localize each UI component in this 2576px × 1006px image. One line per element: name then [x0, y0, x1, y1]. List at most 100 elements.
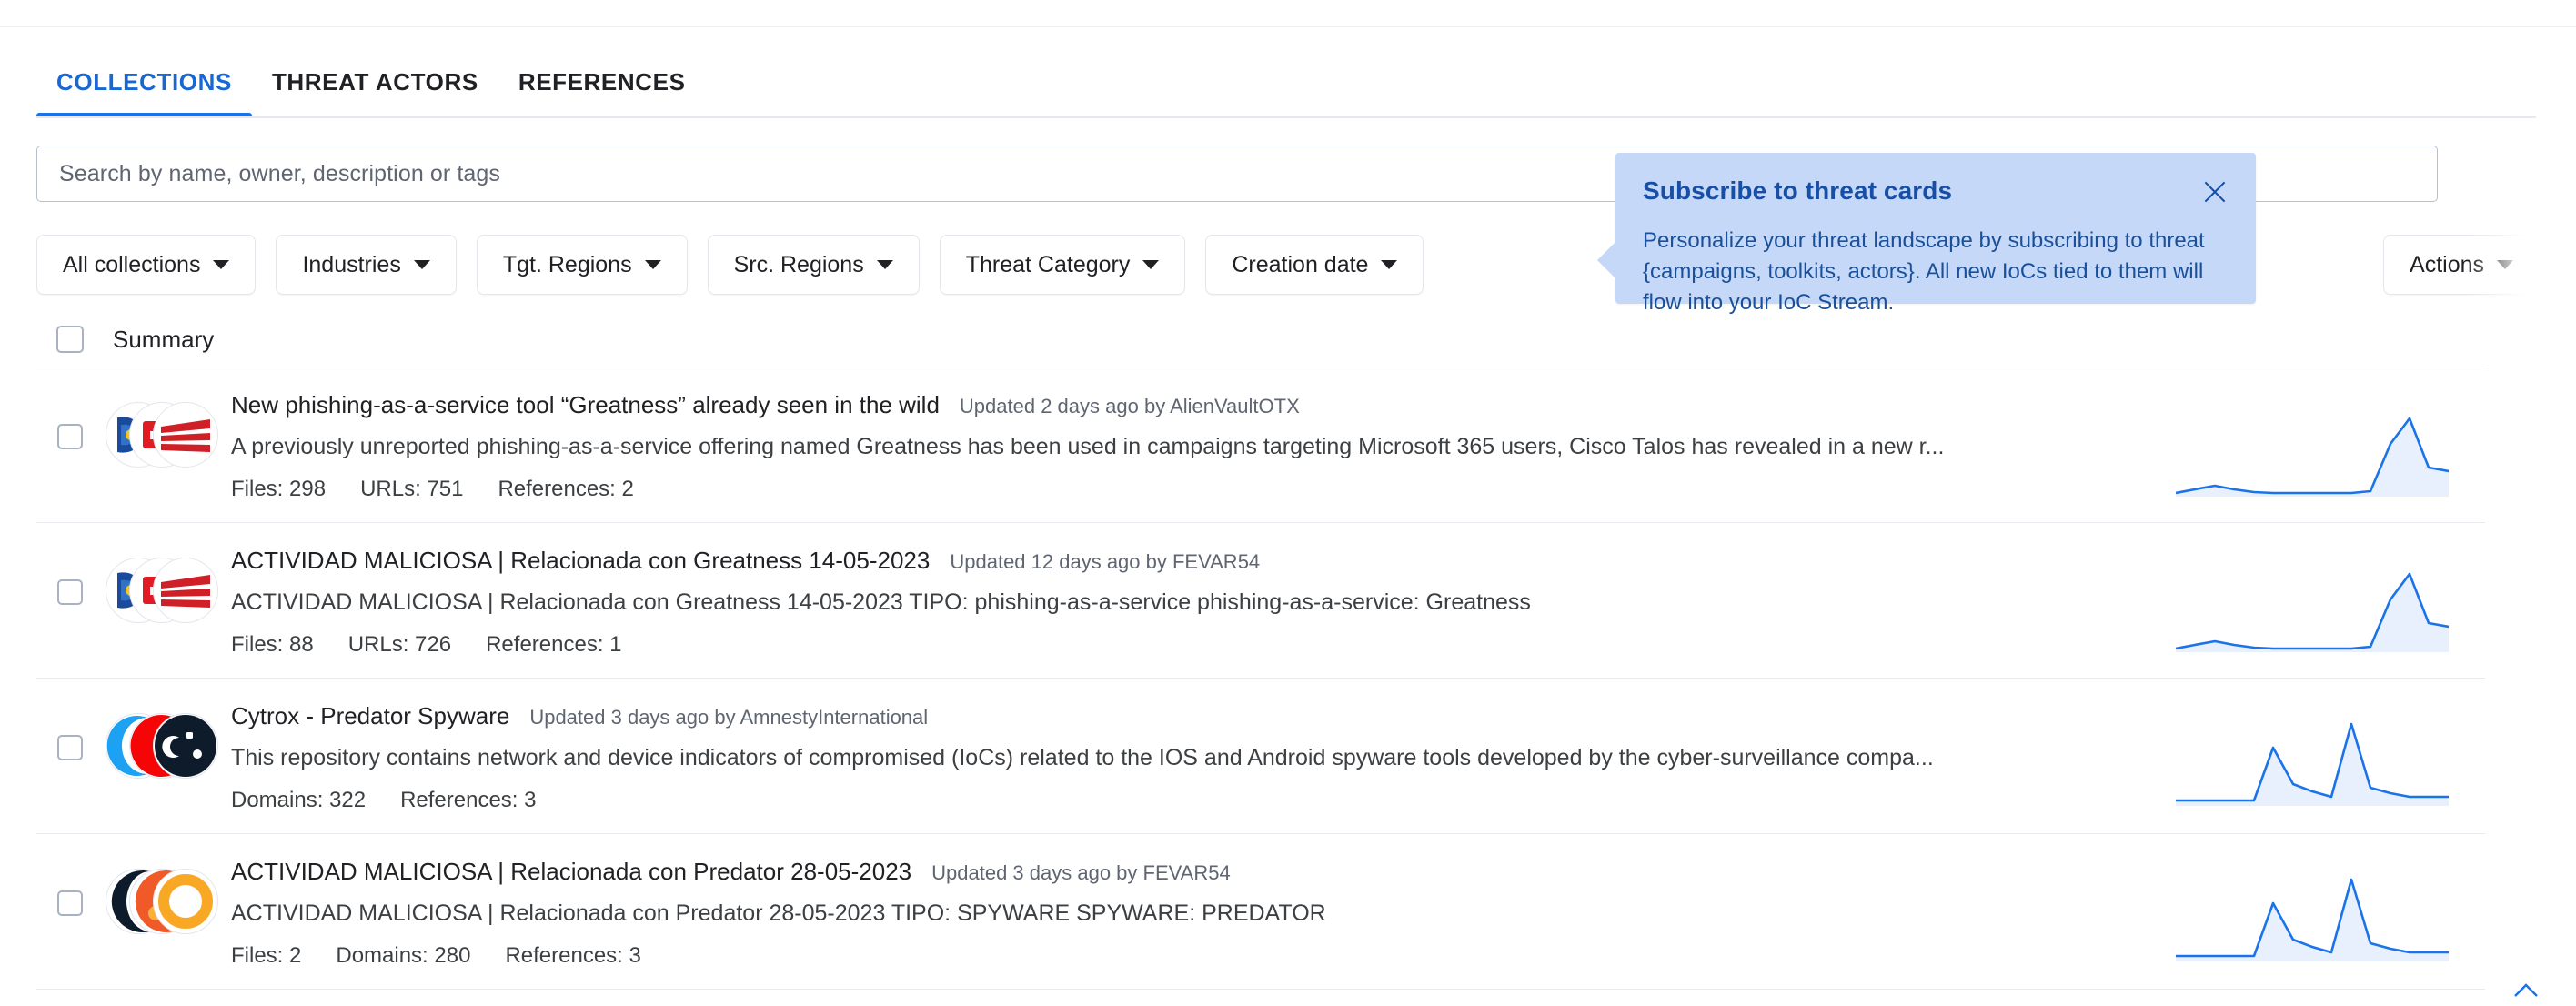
row-title[interactable]: ACTIVIDAD MALICIOSA | Relacionada con Pr… [231, 858, 911, 886]
row-content: ACTIVIDAD MALICIOSA | Relacionada con Pr… [231, 858, 2176, 969]
row-content: Cytrox - Predator Spyware Updated 3 days… [231, 702, 2176, 813]
top-strip [0, 0, 2576, 27]
stat-references: References: 3 [505, 943, 641, 968]
avatar-group [104, 858, 231, 949]
tab-threat-actors[interactable]: THREAT ACTORS [252, 68, 498, 118]
filter-label: Threat Category [965, 251, 1131, 277]
row-meta: Updated 2 days ago by AlienVaultOTX [959, 395, 1300, 417]
table-row[interactable]: Qakbot Updated 38 minutes ago by CarlosC… [36, 989, 2485, 1006]
stat-files: Files: 2 [231, 943, 302, 968]
tab-collections[interactable]: COLLECTIONS [36, 68, 252, 118]
subscribe-threat-cards-tooltip: Subscribe to threat cards Personalize yo… [1597, 153, 2256, 315]
tooltip-title: Subscribe to threat cards [1643, 176, 1953, 205]
row-checkbox-cell [36, 547, 104, 605]
filter-all-collections[interactable]: All collections [36, 235, 257, 295]
row-sparkline [2176, 702, 2485, 810]
row-description: ACTIVIDAD MALICIOSA | Relacionada con Pr… [231, 900, 1326, 926]
row-title-line: Cytrox - Predator Spyware Updated 3 days… [231, 702, 2148, 730]
row-content: ACTIVIDAD MALICIOSA | Relacionada con Gr… [231, 547, 2176, 658]
row-sparkline [2176, 547, 2485, 654]
filter-label: Tgt. Regions [502, 251, 632, 277]
stat-urls: URLs: 751 [360, 477, 464, 501]
filter-label: Creation date [1232, 251, 1369, 277]
right-edge-fade [2467, 127, 2576, 337]
row-stats: Files: 298 URLs: 751 References: 2 [231, 477, 2148, 502]
collections-page: COLLECTIONS THREAT ACTORS REFERENCES Sea… [0, 0, 2576, 1006]
tab-bar-divider [36, 116, 2536, 118]
avatar-group [104, 547, 231, 638]
filter-tgt-regions[interactable]: Tgt. Regions [476, 235, 688, 295]
select-all-checkbox[interactable] [56, 326, 84, 353]
chevron-down-icon [1381, 260, 1398, 269]
stat-references: References: 1 [486, 632, 622, 657]
filter-creation-date[interactable]: Creation date [1205, 235, 1424, 295]
tooltip-arrow [1597, 242, 1615, 278]
row-title[interactable]: Cytrox - Predator Spyware [231, 702, 509, 730]
chevron-up-icon [2514, 983, 2538, 997]
filter-label: Industries [302, 251, 401, 277]
row-checkbox-cell [36, 702, 104, 760]
summary-label: Summary [113, 325, 215, 353]
row-sparkline [2176, 858, 2485, 965]
filter-src-regions[interactable]: Src. Regions [707, 235, 920, 295]
row-description: ACTIVIDAD MALICIOSA | Relacionada con Gr… [231, 589, 1531, 615]
chevron-down-icon [2497, 260, 2513, 269]
tab-references[interactable]: REFERENCES [498, 68, 706, 118]
row-description: A previously unreported phishing-as-a-se… [231, 434, 1945, 459]
stat-domains: Domains: 322 [231, 788, 367, 812]
tooltip-body: Personalize your threat landscape by sub… [1643, 228, 2205, 316]
chevron-down-icon [413, 260, 430, 269]
table-row[interactable]: New phishing-as-a-service tool “Greatnes… [36, 367, 2485, 522]
close-icon[interactable] [2201, 178, 2229, 206]
row-sparkline [2176, 391, 2485, 498]
row-checkbox-cell [36, 858, 104, 916]
row-stats: Files: 88 URLs: 726 References: 1 [231, 632, 2148, 658]
row-checkbox[interactable] [57, 424, 83, 449]
chevron-down-icon [1142, 260, 1160, 269]
red-stripes-logo-icon [153, 402, 218, 468]
row-meta: Updated 3 days ago by AmnestyInternation… [529, 706, 929, 729]
search-placeholder: Search by name, owner, description or ta… [59, 160, 501, 186]
stat-urls: URLs: 726 [347, 632, 452, 657]
row-checkbox[interactable] [57, 890, 83, 916]
row-title-line: ACTIVIDAD MALICIOSA | Relacionada con Gr… [231, 547, 2148, 575]
row-title-line: ACTIVIDAD MALICIOSA | Relacionada con Pr… [231, 858, 2148, 886]
summary-header: Summary [36, 314, 2540, 365]
chevron-down-icon [876, 260, 893, 269]
table-row[interactable]: ACTIVIDAD MALICIOSA | Relacionada con Gr… [36, 522, 2485, 678]
row-meta: Updated 3 days ago by FEVAR54 [931, 861, 1231, 884]
actions-button[interactable]: Actions [2383, 235, 2540, 295]
filter-label: All collections [63, 251, 201, 277]
tab-bar: COLLECTIONS THREAT ACTORS REFERENCES [0, 27, 2576, 118]
filter-label: Src. Regions [733, 251, 864, 277]
filter-threat-category[interactable]: Threat Category [939, 235, 1186, 295]
actions-label: Actions [2410, 251, 2484, 277]
row-stats: Files: 2 Domains: 280 References: 3 [231, 943, 2148, 969]
stat-references: References: 2 [498, 477, 634, 501]
filter-industries[interactable]: Industries [276, 235, 457, 295]
stat-files: Files: 298 [231, 477, 327, 501]
row-checkbox-cell [36, 391, 104, 449]
row-description: This repository contains network and dev… [231, 745, 1934, 770]
chevron-down-icon [213, 260, 230, 269]
table-row[interactable]: Cytrox - Predator Spyware Updated 3 days… [36, 678, 2485, 833]
dark-dot-logo-icon [153, 713, 218, 779]
row-checkbox[interactable] [57, 579, 83, 605]
row-meta: Updated 12 days ago by FEVAR54 [950, 550, 1261, 573]
stat-domains: Domains: 280 [336, 943, 471, 968]
row-checkbox[interactable] [57, 735, 83, 760]
row-title[interactable]: New phishing-as-a-service tool “Greatnes… [231, 391, 940, 419]
avatar-group [104, 702, 231, 793]
stat-files: Files: 88 [231, 632, 314, 657]
row-content: New phishing-as-a-service tool “Greatnes… [231, 391, 2176, 502]
row-title-line: New phishing-as-a-service tool “Greatnes… [231, 391, 2148, 419]
chevron-down-icon [644, 260, 661, 269]
stat-references: References: 3 [400, 788, 537, 812]
row-title[interactable]: ACTIVIDAD MALICIOSA | Relacionada con Gr… [231, 547, 930, 575]
table-row[interactable]: ACTIVIDAD MALICIOSA | Relacionada con Pr… [36, 833, 2485, 989]
row-stats: Domains: 322 References: 3 [231, 788, 2148, 813]
amber-ring-logo-icon [153, 869, 218, 934]
avatar-group [104, 391, 231, 482]
collections-list: New phishing-as-a-service tool “Greatnes… [36, 367, 2485, 1006]
red-stripes-logo-icon [153, 558, 218, 623]
